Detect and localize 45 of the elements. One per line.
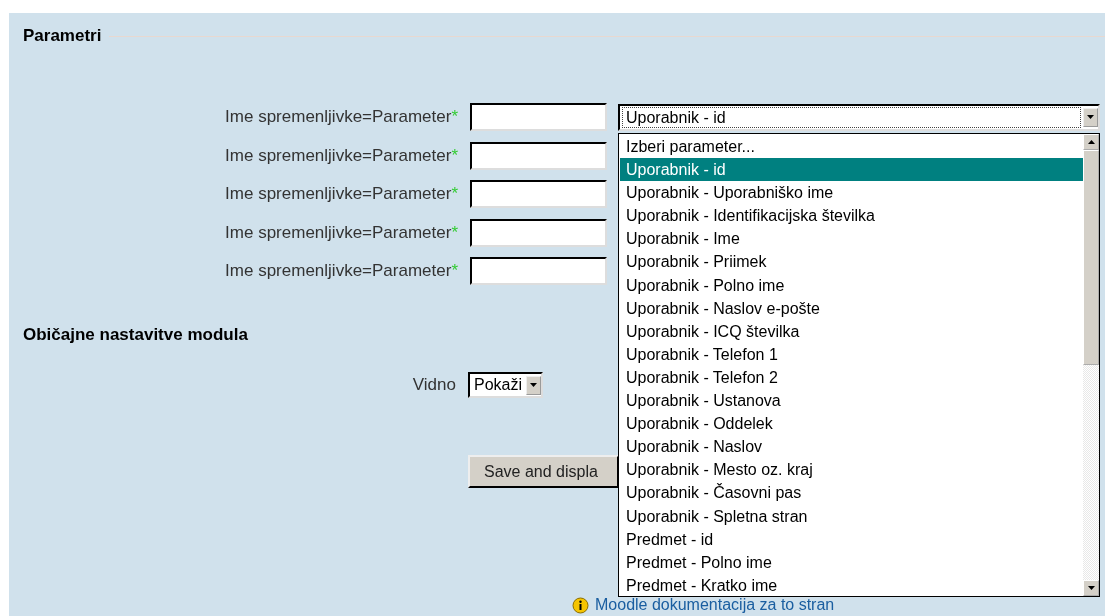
- dropdown-option[interactable]: Izberi parameter...: [620, 135, 1083, 159]
- field-label: Ime spremenljivke=Parameter*: [224, 261, 459, 282]
- input-field[interactable]: [470, 103, 607, 131]
- dropdown-option[interactable]: Uporabnik - Priimek: [620, 250, 1083, 274]
- dropdown-arrow-icon: [530, 383, 538, 388]
- dropdown-arrow-icon: [1087, 115, 1094, 119]
- field-label: Ime spremenljivke=Parameter*: [224, 145, 459, 166]
- dropdown-option[interactable]: Uporabnik - Telefon 1: [620, 342, 1083, 366]
- save-button[interactable]: Save and displa: [468, 455, 619, 489]
- input-field[interactable]: [470, 141, 607, 170]
- parameter-select[interactable]: Uporabnik - id: [618, 103, 1100, 131]
- dropdown-arrow-icon: [1087, 586, 1095, 590]
- field-label: Ime spremenljivke=Parameter*: [224, 107, 459, 127]
- dropdown-option[interactable]: Uporabnik - Spletna stran: [620, 504, 1083, 528]
- dropdown-option[interactable]: Uporabnik - Časovni pas: [620, 481, 1083, 505]
- dropdown-option[interactable]: Uporabnik - Ustanova: [620, 389, 1083, 413]
- dropdown-option[interactable]: Uporabnik - Mesto oz. kraj: [620, 458, 1083, 482]
- dropdown-option[interactable]: Uporabnik - Identifikacijska številka: [620, 204, 1083, 228]
- dropdown-option[interactable]: Uporabnik - Naslov: [620, 435, 1083, 459]
- documentation-link[interactable]: Moodle dokumentacija za to stran: [595, 596, 835, 615]
- dropdown-option[interactable]: Uporabnik - id: [620, 158, 1083, 182]
- dropdown-option[interactable]: Predmet - Polno ime: [620, 550, 1083, 574]
- dropdown-button[interactable]: [526, 375, 542, 395]
- dropdown-option[interactable]: Uporabnik - Uporabniško ime: [620, 181, 1083, 205]
- scrollbar[interactable]: [1083, 134, 1099, 596]
- dropdown-option[interactable]: Uporabnik - Telefon 2: [620, 365, 1083, 390]
- input-field[interactable]: [470, 218, 607, 247]
- field-label: Ime spremenljivke=Parameter*: [224, 222, 459, 243]
- section-title: Parametri: [23, 25, 102, 47]
- dropdown-option[interactable]: Predmet - id: [620, 527, 1083, 551]
- visibility-select[interactable]: Pokaži: [468, 372, 544, 399]
- dropdown-option[interactable]: Uporabnik - Naslov e-pošte: [620, 296, 1083, 320]
- field-label: Vidno: [411, 375, 457, 396]
- section-title: Običajne nastavitve modula: [23, 324, 248, 347]
- dropdown-option[interactable]: Uporabnik - ICQ številka: [620, 319, 1083, 343]
- input-field[interactable]: [470, 257, 607, 286]
- dropdown-button[interactable]: [1083, 107, 1098, 127]
- info-icon: [572, 596, 589, 614]
- dropdown-option[interactable]: Uporabnik - Oddelek: [620, 412, 1083, 436]
- scroll-up-icon: [1087, 140, 1095, 144]
- input-field[interactable]: [470, 180, 607, 209]
- dropdown-option[interactable]: Predmet - Kratko ime: [620, 573, 1083, 597]
- dropdown-option[interactable]: Uporabnik - Polno ime: [620, 273, 1083, 297]
- field-label: Ime spremenljivke=Parameter*: [224, 184, 459, 205]
- dropdown-option[interactable]: Uporabnik - Ime: [620, 227, 1083, 251]
